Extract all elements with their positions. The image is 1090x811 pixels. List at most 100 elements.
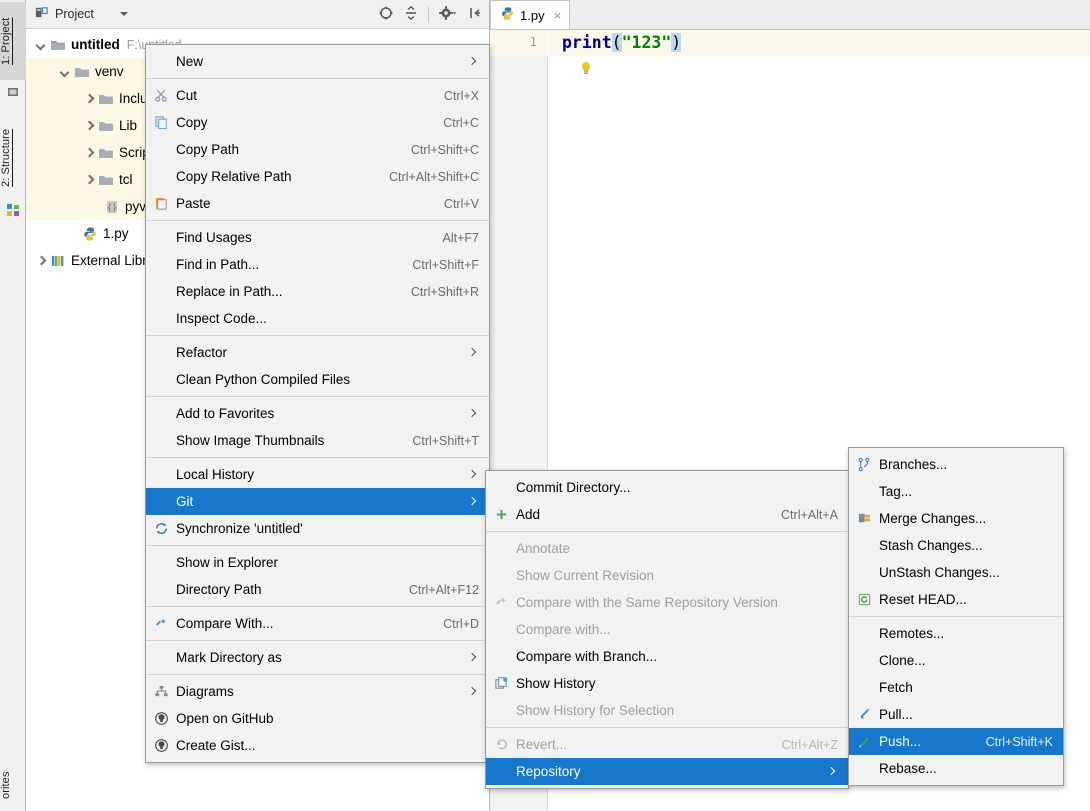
menu-item-cut[interactable]: Cut Ctrl+X	[146, 82, 489, 109]
menu-item-copy[interactable]: Copy Ctrl+C	[146, 109, 489, 136]
menu-separator	[146, 396, 489, 397]
python-file-icon	[500, 6, 515, 24]
gear-dropdown-icon[interactable]	[438, 5, 458, 24]
chevron-right-icon[interactable]	[34, 254, 48, 268]
menu-item-repository[interactable]: Repository	[486, 758, 848, 785]
menu-item-accel: Ctrl+Shift+R	[410, 284, 479, 299]
hide-panel-icon[interactable]	[467, 5, 483, 24]
menu-item-label: Push...	[879, 734, 922, 749]
git-submenu[interactable]: Commit Directory... Add Ctrl+Alt+A Annot…	[485, 470, 849, 789]
empty-icon	[152, 494, 170, 510]
menu-item-show-in-explorer[interactable]: Show in Explorer	[146, 549, 489, 576]
svg-text:{}: {}	[107, 203, 118, 213]
menu-item-copy-path[interactable]: Copy Path Ctrl+Shift+C	[146, 136, 489, 163]
menu-item-label: Add to Favorites	[176, 406, 275, 421]
menu-item-label: Directory Path	[176, 582, 262, 597]
menu-item-show-history[interactable]: Show History	[486, 670, 848, 697]
code-token-function: print	[562, 33, 612, 52]
gutter-current-line	[490, 30, 548, 56]
menu-item-copy-relative-path[interactable]: Copy Relative Path Ctrl+Alt+Shift+C	[146, 163, 489, 190]
menu-item-pull[interactable]: Pull...	[849, 701, 1063, 728]
revert-icon	[492, 737, 510, 753]
menu-separator	[146, 78, 489, 79]
menu-item-replace-in-path[interactable]: Replace in Path... Ctrl+Shift+R	[146, 278, 489, 305]
empty-icon	[152, 650, 170, 666]
lightbulb-icon[interactable]	[578, 60, 594, 80]
menu-item-rebase[interactable]: Rebase...	[849, 755, 1063, 782]
sidebar-item-project[interactable]: 1: Project	[0, 2, 26, 80]
menu-item-paste[interactable]: Paste Ctrl+V	[146, 190, 489, 217]
menu-item-unstash-changes[interactable]: UnStash Changes...	[849, 559, 1063, 586]
menu-item-inspect-code[interactable]: Inspect Code...	[146, 305, 489, 332]
menu-item-show-image-thumbnails[interactable]: Show Image Thumbnails Ctrl+Shift+T	[146, 427, 489, 454]
chevron-right-icon	[467, 496, 479, 508]
menu-item-accel: Ctrl+Shift+C	[410, 142, 479, 157]
menu-item-clean-python-compiled-files[interactable]: Clean Python Compiled Files	[146, 366, 489, 393]
menu-item-synchronize[interactable]: Synchronize 'untitled'	[146, 515, 489, 542]
menu-item-accel: Ctrl+Alt+A	[781, 507, 838, 522]
repository-submenu[interactable]: Branches... Tag... Merge Changes... Stas…	[848, 447, 1064, 786]
menu-item-label: Fetch	[879, 680, 913, 695]
line-number: 1	[529, 34, 537, 49]
config-file-icon: {}	[104, 199, 120, 215]
menu-item-mark-directory-as[interactable]: Mark Directory as	[146, 644, 489, 671]
chevron-down-icon[interactable]	[34, 38, 48, 52]
menu-item-label: Local History	[176, 467, 255, 482]
tab-label: 1.py	[520, 7, 545, 23]
chevron-down-icon[interactable]	[58, 65, 72, 79]
menu-item-label: Diagrams	[176, 684, 234, 699]
empty-icon	[855, 680, 873, 696]
empty-icon	[152, 372, 170, 388]
context-menu[interactable]: New Cut Ctrl+X Copy Ctrl+C Copy Path Ctr…	[145, 44, 490, 763]
menu-item-show-current-revision: Show Current Revision	[486, 562, 848, 589]
close-icon[interactable]: ×	[554, 8, 562, 23]
menu-item-new[interactable]: New	[146, 48, 489, 75]
code-line-1[interactable]: print("123")	[562, 33, 682, 52]
menu-item-find-usages[interactable]: Find Usages Alt+F7	[146, 224, 489, 251]
menu-item-compare-with[interactable]: Compare With... Ctrl+D	[146, 610, 489, 637]
menu-item-label: Copy Relative Path	[176, 169, 292, 184]
menu-item-merge-changes[interactable]: Merge Changes...	[849, 505, 1063, 532]
empty-icon	[152, 54, 170, 70]
collapse-all-icon[interactable]	[403, 5, 419, 24]
menu-item-compare-with: Compare with...	[486, 616, 848, 643]
menu-item-push[interactable]: Push... Ctrl+Shift+K	[849, 728, 1063, 755]
paste-icon	[152, 196, 170, 212]
menu-item-refactor[interactable]: Refactor	[146, 339, 489, 366]
empty-icon	[152, 230, 170, 246]
tab-1-py[interactable]: 1.py ×	[490, 0, 571, 29]
chevron-right-icon[interactable]	[82, 146, 96, 160]
menu-item-clone[interactable]: Clone...	[849, 647, 1063, 674]
locate-target-icon[interactable]	[378, 5, 394, 24]
chevron-right-icon[interactable]	[82, 92, 96, 106]
menu-item-stash-changes[interactable]: Stash Changes...	[849, 532, 1063, 559]
menu-item-diagrams[interactable]: Diagrams	[146, 678, 489, 705]
project-title-label: Project	[55, 7, 94, 21]
project-title-dropdown[interactable]: Project	[26, 5, 128, 23]
menu-item-label: Show History for Selection	[516, 703, 675, 718]
chevron-right-icon[interactable]	[82, 119, 96, 133]
menu-item-directory-path[interactable]: Directory Path Ctrl+Alt+F12	[146, 576, 489, 603]
menu-item-tag[interactable]: Tag...	[849, 478, 1063, 505]
menu-item-compare-with-branch[interactable]: Compare with Branch...	[486, 643, 848, 670]
menu-item-find-in-path[interactable]: Find in Path... Ctrl+Shift+F	[146, 251, 489, 278]
menu-item-reset-head[interactable]: Reset HEAD...	[849, 586, 1063, 613]
chevron-right-icon	[467, 56, 479, 68]
menu-item-fetch[interactable]: Fetch	[849, 674, 1063, 701]
empty-icon	[492, 649, 510, 665]
menu-item-remotes[interactable]: Remotes...	[849, 620, 1063, 647]
menu-item-commit-directory[interactable]: Commit Directory...	[486, 474, 848, 501]
menu-item-add-to-favorites[interactable]: Add to Favorites	[146, 400, 489, 427]
sidebar-item-structure[interactable]: 2: Structure	[0, 108, 26, 208]
menu-item-label: Compare with Branch...	[516, 649, 658, 664]
menu-item-local-history[interactable]: Local History	[146, 461, 489, 488]
menu-item-create-gist[interactable]: Create Gist...	[146, 732, 489, 759]
menu-item-git[interactable]: Git	[146, 488, 489, 515]
sidebar-item-favorites[interactable]: orites	[0, 760, 26, 810]
menu-item-branches[interactable]: Branches...	[849, 451, 1063, 478]
menu-item-open-on-github[interactable]: Open on GitHub	[146, 705, 489, 732]
menu-item-accel: Ctrl+Alt+F12	[408, 582, 479, 597]
menu-item-add[interactable]: Add Ctrl+Alt+A	[486, 501, 848, 528]
chevron-right-icon[interactable]	[82, 173, 96, 187]
empty-icon	[152, 467, 170, 483]
